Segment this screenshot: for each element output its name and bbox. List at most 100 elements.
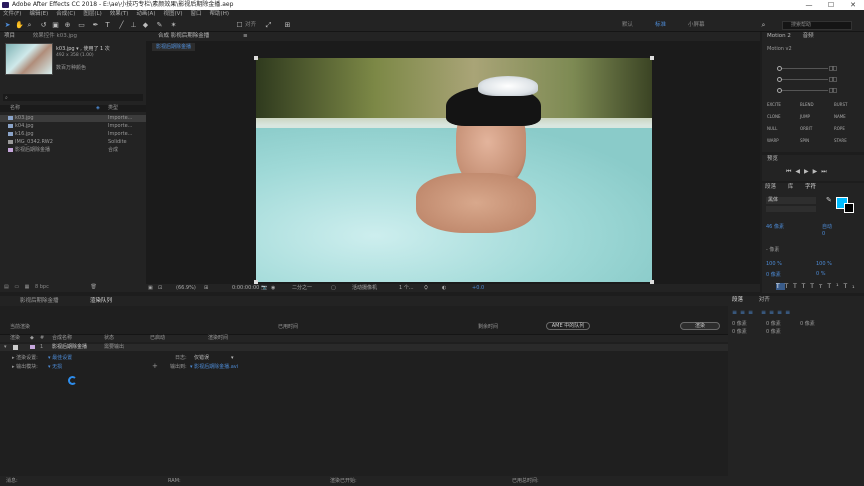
vertical-scale-value[interactable]: 100 %	[766, 261, 782, 267]
prev-frame-icon[interactable]: ◀	[795, 168, 804, 175]
eraser-tool-icon[interactable]: ◆	[142, 22, 149, 29]
tab-align[interactable]: 对齐	[759, 297, 770, 303]
ame-queue-button[interactable]: AME 中的队列	[546, 322, 590, 330]
mask-view-icon[interactable]: ⊡	[158, 284, 162, 292]
roto-tool-icon[interactable]: ✎	[156, 22, 163, 29]
tab-character[interactable]: 字符	[805, 184, 816, 190]
new-folder-icon[interactable]: ▭	[14, 284, 19, 290]
tab-project[interactable]: 项目	[4, 33, 15, 39]
help-search-input[interactable]: 搜索帮助	[782, 21, 852, 30]
fx-excite-button[interactable]: EXCITE	[767, 102, 781, 107]
play-icon[interactable]: ▶	[804, 168, 813, 175]
slider-knob[interactable]	[777, 88, 782, 93]
fx-name-button[interactable]: NAME	[834, 114, 846, 119]
always-preview-icon[interactable]: ▣	[148, 284, 153, 292]
col-render-time[interactable]: 渲染时间	[208, 335, 228, 342]
col-started[interactable]: 已启动	[150, 335, 165, 342]
indent-right[interactable]: 0 像素	[766, 320, 781, 327]
space-before[interactable]: 0 像素	[732, 328, 747, 335]
clone-tool-icon[interactable]: ⊥	[130, 22, 137, 29]
col-comp-name[interactable]: 合成名称	[52, 335, 72, 342]
project-search-input[interactable]: ⌕	[3, 94, 143, 101]
transform-handle[interactable]	[650, 56, 654, 60]
slider-knob[interactable]	[777, 77, 782, 82]
workspace-small[interactable]: 小屏幕	[688, 21, 705, 30]
label-color-swatch[interactable]	[30, 345, 35, 349]
col-type[interactable]: 类型	[108, 105, 118, 112]
delete-icon[interactable]: 🗑	[90, 284, 96, 290]
search-icon[interactable]: ⌕	[760, 22, 767, 29]
zoom-tool-icon[interactable]: ⌕	[26, 22, 33, 29]
mask-tool-icon[interactable]: ▭	[78, 22, 85, 29]
views-select[interactable]: 1 个...	[399, 284, 414, 292]
maximize-button[interactable]: ☐	[820, 0, 842, 10]
camera-select[interactable]: 活动摄像机	[352, 284, 377, 292]
new-comp-icon[interactable]: ▦	[25, 284, 30, 290]
col-number[interactable]: #	[40, 335, 44, 342]
project-item[interactable]: k16.jpg Importe...	[0, 131, 146, 138]
menu-animation[interactable]: 动画(A)	[136, 10, 155, 19]
fx-null-button[interactable]: NULL	[767, 126, 777, 131]
font-size-value[interactable]: 46 像素	[766, 223, 784, 230]
last-frame-icon[interactable]: ⏭	[821, 168, 830, 175]
project-item[interactable]: k03.jpg Importe...	[0, 115, 146, 122]
close-button[interactable]: ✕	[842, 0, 864, 10]
project-item[interactable]: IMG_0342.RW2 Solidite	[0, 139, 146, 146]
interpret-icon[interactable]: ▤	[4, 284, 9, 290]
output-to-value[interactable]: ▾ 影视后期除金播.avi	[190, 363, 238, 370]
pan-tool-icon[interactable]: ⊕	[64, 22, 71, 29]
reset-exposure-icon[interactable]: ◐	[442, 284, 446, 292]
font-style-select[interactable]	[766, 206, 816, 212]
stroke-color-swatch[interactable]	[844, 203, 854, 213]
preview-title[interactable]: 预览	[762, 155, 864, 164]
fx-orbit-button[interactable]: ORBIT	[800, 126, 812, 131]
space-after[interactable]: 0 像素	[766, 328, 781, 335]
workspace-default[interactable]: 默认	[622, 21, 633, 30]
tab-paragraph2[interactable]: 段落	[732, 297, 743, 303]
minimize-button[interactable]: —	[798, 0, 820, 10]
menu-view[interactable]: 视图(V)	[163, 10, 182, 19]
selection-tool-icon[interactable]: ➤	[4, 22, 11, 29]
menu-edit[interactable]: 编辑(E)	[29, 10, 48, 19]
horizontal-scale-value[interactable]: 100 %	[816, 261, 832, 267]
fx-burst-button[interactable]: BURST	[834, 102, 847, 107]
slider-knob[interactable]	[777, 66, 782, 71]
queue-item-row[interactable]: ▾ 1 影视后期除金播 需要输出	[0, 344, 728, 351]
grid-icon[interactable]: ⊞	[204, 284, 208, 292]
small-caps-icon[interactable]: Tᴛ	[810, 283, 827, 290]
snap-options-icon[interactable]: ⊞	[284, 22, 291, 29]
menu-comp[interactable]: 合成(C)	[56, 10, 75, 19]
project-item[interactable]: k04.jpg Importe...	[0, 123, 146, 130]
tab-audio[interactable]: 音频	[803, 33, 814, 39]
paragraph-align-buttons[interactable]: ≡≡≡ ≡≡≡≡	[732, 309, 793, 316]
tab-motion[interactable]: Motion 2	[767, 33, 791, 39]
puppet-tool-icon[interactable]: ✶	[170, 22, 177, 29]
menu-window[interactable]: 窗口	[191, 10, 202, 19]
type-tool-icon[interactable]: T	[104, 22, 111, 29]
col-status[interactable]: 状态	[104, 335, 114, 342]
hand-tool-icon[interactable]: ✋	[15, 22, 24, 29]
project-item[interactable]: 影视后期除金播 合成	[0, 147, 146, 154]
param-value[interactable]: 0	[829, 66, 837, 71]
stroke-width-value[interactable]: - 像素	[766, 246, 779, 253]
tab-render-queue[interactable]: 渲染队列	[90, 296, 112, 306]
snap-icon[interactable]: ⤢	[265, 22, 272, 29]
pen-tool-icon[interactable]: ✒	[92, 22, 99, 29]
menu-file[interactable]: 文件(F)	[3, 10, 21, 19]
render-button[interactable]: 渲染	[680, 322, 720, 330]
tsume-value[interactable]: 0 %	[816, 271, 826, 277]
all-caps-icon[interactable]: TT	[793, 283, 810, 290]
fx-jump-button[interactable]: JUMP	[800, 114, 810, 119]
baseline-value[interactable]: 0 像素	[766, 271, 781, 278]
resolution-select[interactable]: 二分之一	[292, 284, 312, 292]
fast-preview-icon[interactable]: ⛭	[424, 284, 428, 292]
rotate-tool-icon[interactable]: ↺	[40, 22, 47, 29]
col-name[interactable]: 名称	[10, 105, 20, 112]
fx-spin-button[interactable]: SPIN	[800, 138, 809, 143]
leading-value[interactable]: 自动	[822, 223, 832, 230]
fx-blend-button[interactable]: BLEND	[800, 102, 814, 107]
eyedropper-icon[interactable]: ✎	[826, 196, 832, 204]
param-value[interactable]: 0	[829, 77, 837, 82]
faux-italic-icon[interactable]: T	[785, 283, 794, 290]
roi-icon[interactable]: ▢	[331, 284, 336, 292]
